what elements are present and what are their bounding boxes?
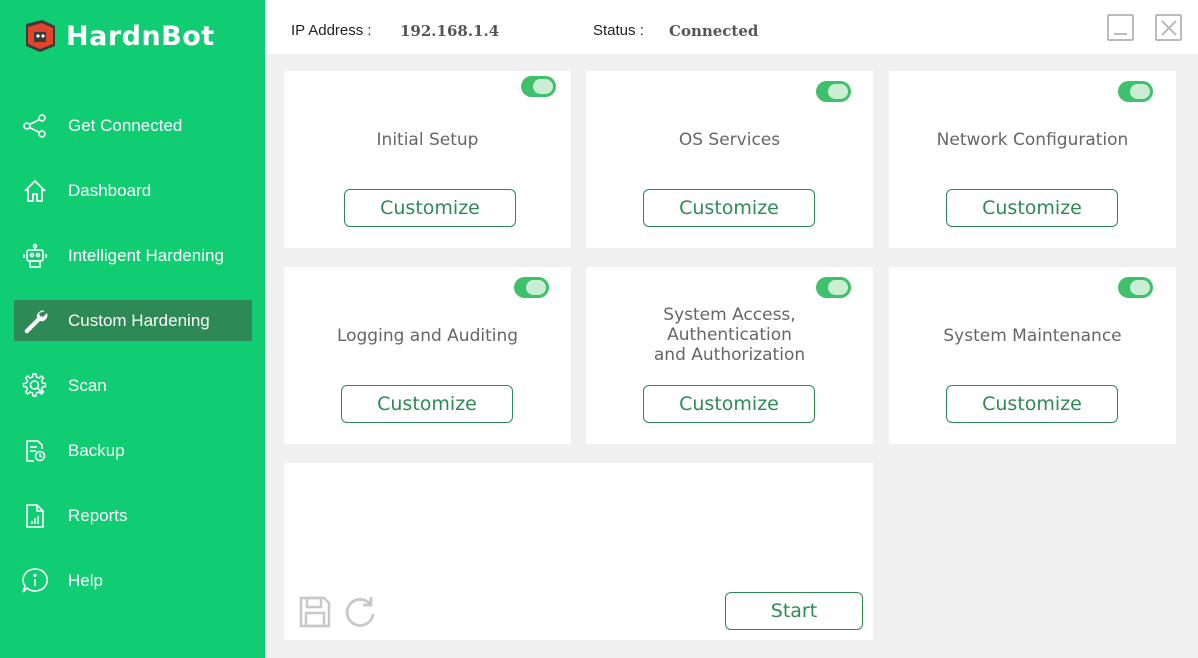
hardnbot-logo-icon — [26, 20, 55, 52]
sidebar-item-custom-hardening[interactable]: Custom Hardening — [14, 300, 252, 341]
info-icon — [21, 567, 49, 595]
customize-button[interactable]: Customize — [341, 385, 513, 423]
customize-button[interactable]: Customize — [946, 385, 1118, 423]
toggle-os-services[interactable] — [816, 81, 851, 102]
sidebar-item-intelligent-hardening[interactable]: Intelligent Hardening — [14, 235, 252, 276]
card-os-services: OS Services Customize — [586, 71, 873, 248]
start-button[interactable]: Start — [725, 592, 863, 630]
card-title-line-1: System Access, — [663, 305, 796, 325]
sidebar-item-label: Scan — [68, 375, 107, 395]
home-icon — [21, 177, 49, 205]
close-icon — [1161, 20, 1177, 36]
sidebar-item-label: Get Connected — [68, 115, 183, 135]
sidebar-item-get-connected[interactable]: Get Connected — [14, 105, 252, 146]
card-title: System Maintenance — [943, 326, 1122, 346]
share-nodes-icon — [21, 112, 49, 140]
toggle-initial-setup[interactable] — [521, 76, 556, 97]
sidebar-item-reports[interactable]: Reports — [14, 495, 252, 536]
sidebar-item-dashboard[interactable]: Dashboard — [14, 170, 252, 211]
card-network-configuration: Network Configuration Customize — [889, 71, 1176, 248]
robot-icon — [21, 242, 49, 270]
sidebar-item-backup[interactable]: Backup — [14, 430, 252, 471]
sidebar-item-help[interactable]: Help — [14, 560, 252, 601]
action-panel: Start — [284, 463, 873, 640]
refresh-icon[interactable] — [343, 595, 377, 629]
card-title: Initial Setup — [376, 130, 479, 150]
card-system-maintenance: System Maintenance Customize — [889, 267, 1176, 444]
sidebar-item-label: Intelligent Hardening — [68, 245, 224, 265]
sidebar: HardnBot Get Connected Dashboard Intelli… — [0, 0, 265, 658]
customize-button[interactable]: Customize — [643, 385, 815, 423]
close-button[interactable] — [1155, 14, 1182, 41]
sidebar-item-label: Help — [68, 570, 103, 590]
card-system-access: System Access, Authentication and Author… — [586, 267, 873, 444]
customize-button[interactable]: Customize — [344, 189, 516, 227]
report-icon — [21, 502, 49, 530]
card-logging-and-auditing: Logging and Auditing Customize — [284, 267, 571, 444]
toggle-logging-and-auditing[interactable] — [514, 277, 549, 298]
top-bar: IP Address : 192.168.1.4 Status : Connec… — [265, 0, 1198, 54]
toggle-network-configuration[interactable] — [1118, 81, 1153, 102]
status-value: Connected — [669, 22, 759, 40]
app-logo: HardnBot — [22, 18, 215, 54]
save-icon[interactable] — [298, 595, 332, 629]
ip-address-label: IP Address : — [291, 22, 372, 39]
sidebar-item-label: Custom Hardening — [68, 310, 210, 330]
wrench-icon — [21, 307, 49, 335]
gear-scan-icon — [21, 372, 49, 400]
sidebar-item-label: Reports — [68, 505, 128, 525]
card-title: Network Configuration — [936, 130, 1129, 150]
backup-icon — [21, 437, 49, 465]
sidebar-nav: Get Connected Dashboard Intelligent Hard… — [14, 105, 252, 625]
card-title-line-2: Authentication — [667, 325, 792, 345]
sidebar-item-label: Dashboard — [68, 180, 152, 200]
card-title-line-3: and Authorization — [653, 345, 806, 365]
customize-button[interactable]: Customize — [946, 189, 1118, 227]
toggle-system-maintenance[interactable] — [1118, 277, 1153, 298]
sidebar-item-label: Backup — [68, 440, 125, 460]
card-title: OS Services — [678, 130, 781, 150]
customize-button[interactable]: Customize — [643, 189, 815, 227]
card-title: Logging and Auditing — [336, 326, 519, 346]
ip-address-value: 192.168.1.4 — [400, 22, 500, 40]
sidebar-item-scan[interactable]: Scan — [14, 365, 252, 406]
card-initial-setup: Initial Setup Customize — [284, 71, 571, 248]
minimize-button[interactable] — [1107, 14, 1134, 41]
app-name: HardnBot — [66, 20, 215, 52]
status-label: Status : — [593, 22, 644, 39]
toggle-system-access[interactable] — [816, 277, 851, 298]
